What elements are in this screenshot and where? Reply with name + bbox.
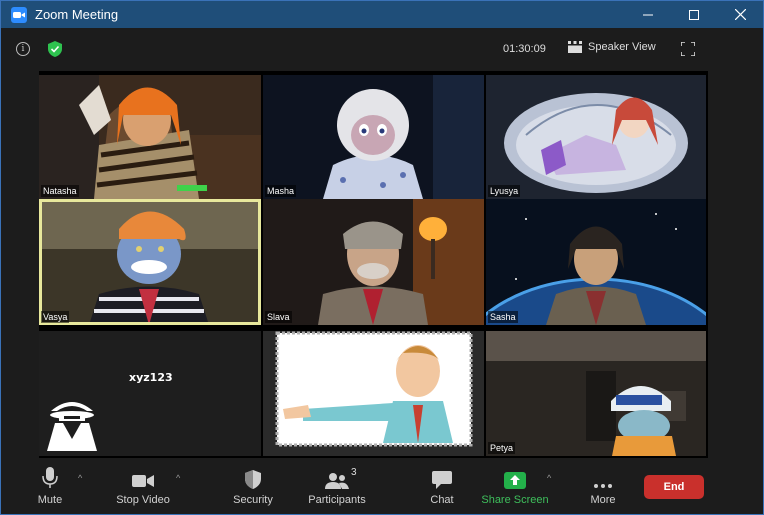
microphone-icon <box>42 467 58 488</box>
chat-bubble-icon <box>432 471 452 489</box>
security-shield-icon <box>245 470 261 489</box>
participant-video <box>39 199 261 325</box>
fullscreen-icon[interactable] <box>681 42 695 56</box>
participant-video <box>486 331 706 456</box>
mute-button[interactable]: Mute <box>34 458 66 514</box>
meeting-timer: 01:30:09 <box>503 43 546 55</box>
share-screen-label: Share Screen <box>481 494 549 506</box>
video-options-chevron-icon[interactable]: ^ <box>176 473 180 483</box>
participant-name: Natasha <box>41 185 79 197</box>
maximize-icon <box>689 9 699 20</box>
close-window-button[interactable] <box>717 1 763 28</box>
participant-video <box>486 75 706 199</box>
maximize-button[interactable] <box>671 1 717 28</box>
video-tile-petya[interactable]: Petya <box>486 331 706 456</box>
participant-name: Sasha <box>488 311 518 323</box>
participant-video <box>275 331 473 447</box>
zoom-app-icon <box>11 6 27 23</box>
zoom-window: Zoom Meeting i 01:30:09 Speaker View Nat… <box>0 0 764 515</box>
participant-video <box>263 75 484 199</box>
video-tile-shared-cartoon[interactable] <box>263 331 484 456</box>
speaker-view-icon <box>568 41 582 53</box>
participant-name: Masha <box>265 185 297 197</box>
spy-avatar-icon <box>47 402 97 451</box>
close-icon <box>734 9 746 20</box>
participant-name: Slava <box>265 311 292 323</box>
participants-label: Participants <box>308 494 366 506</box>
video-tile-masha[interactable]: Masha <box>263 75 484 199</box>
participant-name: Vasya <box>41 311 70 323</box>
more-dots-icon <box>594 484 612 488</box>
participant-name: xyz123 <box>129 371 173 384</box>
share-screen-icon <box>504 472 526 489</box>
more-label: More <box>590 494 616 506</box>
video-tile-lyusya[interactable]: Lyusya <box>486 75 706 199</box>
mute-label: Mute <box>37 494 63 506</box>
participants-button[interactable]: Participants <box>306 458 368 514</box>
security-button[interactable]: Security <box>231 458 275 514</box>
meeting-top-bar: i 01:30:09 Speaker View <box>1 28 763 70</box>
video-tile-natasha[interactable]: Natasha <box>39 75 261 199</box>
meeting-info-icon[interactable]: i <box>16 42 30 56</box>
window-title: Zoom Meeting <box>35 7 119 22</box>
speaker-view-label: Speaker View <box>588 41 656 53</box>
chat-label: Chat <box>430 494 454 506</box>
participants-count: 3 <box>351 467 357 478</box>
end-meeting-button[interactable]: End <box>644 475 704 499</box>
participant-video <box>39 75 261 199</box>
encryption-shield-icon[interactable] <box>48 41 62 57</box>
share-screen-button[interactable]: Share Screen <box>479 458 551 514</box>
share-options-chevron-icon[interactable]: ^ <box>547 473 551 483</box>
participant-name: Petya <box>488 442 516 454</box>
title-bar: Zoom Meeting <box>1 1 763 28</box>
stop-video-button[interactable]: Stop Video <box>113 458 173 514</box>
meeting-controls-bar: Mute ^ Stop Video ^ Security Participant… <box>1 458 763 514</box>
participant-video <box>263 199 484 325</box>
video-tile-sasha[interactable]: Sasha <box>486 199 706 325</box>
minimize-icon <box>643 14 653 15</box>
minimize-button[interactable] <box>625 1 671 28</box>
participants-icon <box>325 473 349 489</box>
video-tile-xyz123[interactable]: xyz123 <box>39 331 261 456</box>
participant-video <box>486 199 706 325</box>
participant-name: Lyusya <box>488 185 521 197</box>
chat-button[interactable]: Chat <box>427 458 457 514</box>
video-tile-slava[interactable]: Slava <box>263 199 484 325</box>
security-label: Security <box>233 494 273 506</box>
stop-video-label: Stop Video <box>116 494 170 506</box>
video-gallery: Natasha Masha Lyusya Vasya Slava Sasha x… <box>39 71 708 458</box>
more-button[interactable]: More <box>587 458 619 514</box>
video-camera-icon <box>132 475 154 487</box>
audio-options-chevron-icon[interactable]: ^ <box>78 473 82 483</box>
speaker-view-button[interactable]: Speaker View <box>568 41 656 53</box>
video-tile-vasya[interactable]: Vasya <box>39 199 261 325</box>
